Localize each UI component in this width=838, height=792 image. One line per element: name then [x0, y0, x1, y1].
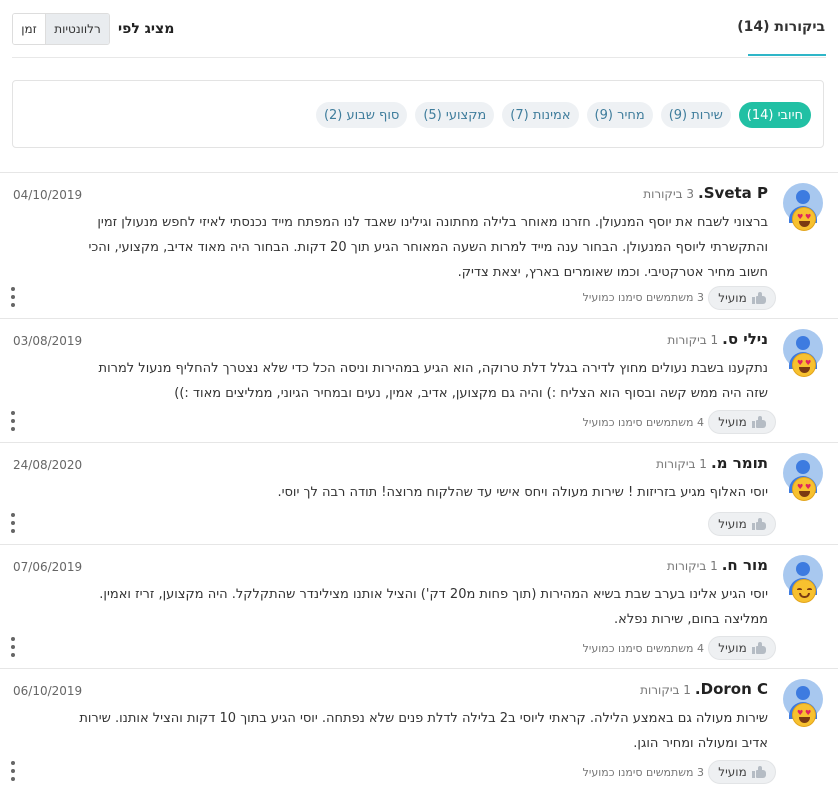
reviews-header: ביקורות (14) מציג לפי זמן רלוונטיות	[0, 0, 838, 58]
helpful-button[interactable]: מועיל	[708, 286, 776, 310]
thumbs-up-icon	[751, 292, 766, 304]
reviewer-name[interactable]: מור ח.	[722, 556, 768, 574]
review-item: ♥ ♥ Doron C. 1 ביקורות 06/10/2019 שירות מ…	[0, 668, 838, 792]
reviewer-review-count: 1 ביקורות	[666, 559, 718, 573]
thumbs-up-icon	[751, 518, 766, 530]
helpful-count: 3 משתמשים סימנו כמועיל	[582, 766, 704, 779]
heart-eyes-icon: ♥ ♥	[792, 477, 816, 501]
heart-eyes-icon: ♥ ♥	[792, 353, 816, 377]
review-item: מור ח. 1 ביקורות 07/06/2019 יוסי הגיע אל…	[0, 544, 838, 668]
avatar: ♥ ♥	[783, 329, 823, 377]
review-text: שירות מעולה גם באמצע הלילה. קראתי ליוסי …	[79, 711, 768, 751]
more-options-icon[interactable]	[10, 411, 16, 431]
filter-panel: חיובי (14) שירות (9) מחיר (9) אמינות (7)…	[12, 80, 824, 148]
reviewer-review-count: 3 ביקורות	[643, 187, 695, 201]
more-options-icon[interactable]	[10, 637, 16, 657]
review-text: נתקענו בשבת נעולים מחוץ לדירה בגלל דלת ט…	[98, 361, 768, 401]
helpful-button[interactable]: מועיל	[708, 410, 776, 434]
avatar: ♥ ♥	[783, 453, 823, 501]
tab-underline	[748, 54, 826, 56]
reviewer-name[interactable]: Sveta P.	[698, 184, 768, 202]
helpful-label: מועיל	[718, 641, 747, 655]
reviewer-name[interactable]: Doron C.	[695, 680, 768, 698]
review-item: ♥ ♥ Sveta P. 3 ביקורות 04/10/2019 ברצוני …	[0, 172, 838, 318]
helpful-button[interactable]: מועיל	[708, 636, 776, 660]
helpful-label: מועיל	[718, 517, 747, 531]
sort-by-time-button[interactable]: זמן	[13, 14, 45, 44]
reviewer-review-count: 1 ביקורות	[656, 457, 707, 471]
review-text: יוסי האלוף מגיע בזריזות ! שירות מעולה וי…	[277, 485, 768, 500]
heart-eyes-icon: ♥ ♥	[792, 703, 816, 727]
filter-chip-professional[interactable]: מקצועי (5)	[415, 102, 495, 128]
review-date: 24/08/2020	[13, 458, 83, 472]
thumbs-up-icon	[751, 766, 766, 778]
filter-chip-price[interactable]: מחיר (9)	[586, 102, 653, 128]
review-date: 04/10/2019	[13, 188, 83, 202]
more-options-icon[interactable]	[10, 287, 16, 307]
avatar	[783, 555, 823, 603]
sort-toggle: זמן רלוונטיות	[12, 13, 110, 45]
review-text: יוסי הגיע אלינו בערב שבת בשיא המהירות (ת…	[99, 587, 768, 627]
filter-chip-service[interactable]: שירות (9)	[660, 102, 731, 128]
more-options-icon[interactable]	[10, 761, 16, 781]
reviewer-name[interactable]: נילי ס.	[722, 330, 768, 348]
thumbs-up-icon	[751, 416, 766, 428]
review-date: 03/08/2019	[13, 334, 83, 348]
helpful-count: 3 משתמשים סימנו כמועיל	[582, 291, 704, 304]
helpful-button[interactable]: מועיל	[708, 760, 776, 784]
header-divider	[12, 57, 826, 58]
avatar: ♥ ♥	[783, 679, 823, 727]
review-item: ♥ ♥ תומר מ. 1 ביקורות 24/08/2020 יוסי האל…	[0, 442, 838, 544]
heart-eyes-icon: ♥ ♥	[792, 207, 816, 231]
review-item: ♥ ♥ נילי ס. 1 ביקורות 03/08/2019 נתקענו ב…	[0, 318, 838, 442]
helpful-label: מועיל	[718, 291, 747, 305]
reviewer-review-count: 1 ביקורות	[667, 333, 719, 347]
smile-icon	[792, 579, 816, 603]
filter-chip-positive[interactable]: חיובי (14)	[738, 102, 811, 128]
avatar: ♥ ♥	[783, 183, 823, 231]
filter-chip-reliability[interactable]: אמינות (7)	[502, 102, 579, 128]
filter-chip-weekend[interactable]: סוף שבוע (2)	[315, 102, 408, 128]
more-options-icon[interactable]	[10, 513, 16, 533]
sort-label: מציג לפי	[118, 21, 175, 37]
helpful-count: 4 משתמשים סימנו כמועיל	[582, 416, 704, 429]
sort-by-relevance-button[interactable]: רלוונטיות	[45, 14, 109, 44]
helpful-count: 4 משתמשים סימנו כמועיל	[582, 642, 704, 655]
helpful-label: מועיל	[718, 765, 747, 779]
helpful-label: מועיל	[718, 415, 747, 429]
review-text: ברצוני לשבח את יוסף המנעולן. חזרנו מאוחר…	[88, 215, 769, 280]
review-date: 06/10/2019	[13, 684, 83, 698]
thumbs-up-icon	[751, 642, 766, 654]
helpful-button[interactable]: מועיל	[708, 512, 776, 536]
tab-reviews[interactable]: ביקורות (14)	[737, 19, 825, 35]
reviewer-review-count: 1 ביקורות	[640, 683, 691, 697]
reviewer-name[interactable]: תומר מ.	[711, 454, 768, 472]
review-date: 07/06/2019	[13, 560, 83, 574]
